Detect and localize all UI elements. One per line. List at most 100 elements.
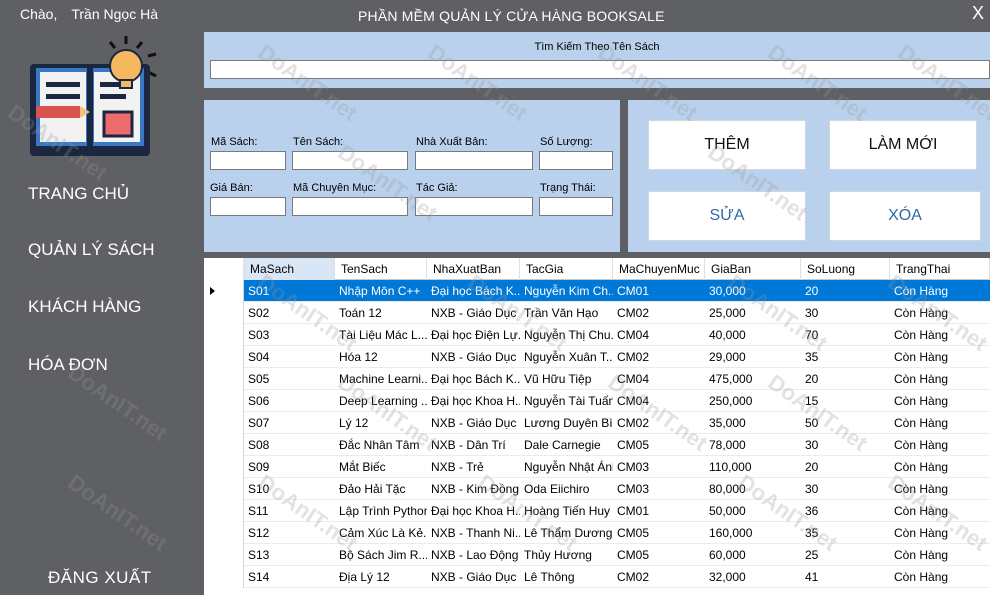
cell-nhaxuatban[interactable]: NXB - Lao Động (427, 544, 520, 566)
cell-tensach[interactable]: Lập Trình Python (335, 500, 427, 522)
cell-trangthai[interactable]: Còn Hàng (890, 346, 990, 368)
cell-trangthai[interactable]: Còn Hàng (890, 478, 990, 500)
column-header-machuyenmuc[interactable]: MaChuyenMuc (613, 258, 705, 280)
cell-tacgia[interactable]: Oda Eiichiro (520, 478, 613, 500)
row-header[interactable] (204, 390, 244, 412)
grid-corner-header[interactable] (204, 258, 244, 280)
cell-nhaxuatban[interactable]: NXB - Giáo Dục (427, 346, 520, 368)
row-header[interactable] (204, 500, 244, 522)
cell-nhaxuatban[interactable]: NXB - Giáo Dục (427, 412, 520, 434)
table-row[interactable]: S05 Machine Learni... Đại học Bách K... Vũ … (204, 368, 990, 390)
cell-soluong[interactable]: 30 (801, 434, 890, 456)
cell-masach[interactable]: S03 (244, 324, 335, 346)
cell-tacgia[interactable]: Lê Thẩm Dương (520, 522, 613, 544)
cell-trangthai[interactable]: Còn Hàng (890, 280, 990, 302)
table-row[interactable]: S11 Lập Trình Python Đại học Khoa H... Hoàn… (204, 500, 990, 522)
cell-soluong[interactable]: 20 (801, 280, 890, 302)
cell-tensach[interactable]: Cảm Xúc Là Kẻ... (335, 522, 427, 544)
cell-machuyenmuc[interactable]: CM02 (613, 412, 705, 434)
table-row[interactable]: S14 Địa Lý 12 NXB - Giáo Dục Lê Thông CM02 32… (204, 566, 990, 588)
ten-sach-input[interactable] (292, 151, 408, 170)
cell-trangthai[interactable]: Còn Hàng (890, 302, 990, 324)
nha-xuat-ban-input[interactable] (415, 151, 533, 170)
cell-giaban[interactable]: 30,000 (705, 280, 801, 302)
table-row[interactable]: S12 Cảm Xúc Là Kẻ... NXB - Thanh Ni... Lê T… (204, 522, 990, 544)
cell-machuyenmuc[interactable]: CM02 (613, 566, 705, 588)
cell-masach[interactable]: S05 (244, 368, 335, 390)
cell-trangthai[interactable]: Còn Hàng (890, 412, 990, 434)
cell-masach[interactable]: S10 (244, 478, 335, 500)
cell-masach[interactable]: S11 (244, 500, 335, 522)
xoa-button[interactable]: XÓA (829, 191, 981, 241)
gia-ban-input[interactable] (210, 197, 286, 216)
close-button[interactable]: X (972, 3, 984, 24)
row-header[interactable] (204, 280, 244, 302)
cell-nhaxuatban[interactable]: Đại học Khoa H... (427, 500, 520, 522)
row-header[interactable] (204, 434, 244, 456)
cell-soluong[interactable]: 25 (801, 544, 890, 566)
cell-soluong[interactable]: 20 (801, 456, 890, 478)
cell-tensach[interactable]: Địa Lý 12 (335, 566, 427, 588)
cell-soluong[interactable]: 70 (801, 324, 890, 346)
cell-tacgia[interactable]: Nguyễn Kim Ch... (520, 280, 613, 302)
cell-masach[interactable]: S06 (244, 390, 335, 412)
cell-masach[interactable]: S14 (244, 566, 335, 588)
cell-tacgia[interactable]: Trần Văn Hạo (520, 302, 613, 324)
cell-nhaxuatban[interactable]: Đại học Khoa H... (427, 390, 520, 412)
cell-nhaxuatban[interactable]: NXB - Thanh Ni... (427, 522, 520, 544)
cell-trangthai[interactable]: Còn Hàng (890, 324, 990, 346)
cell-giaban[interactable]: 32,000 (705, 566, 801, 588)
cell-trangthai[interactable]: Còn Hàng (890, 522, 990, 544)
table-row[interactable]: S08 Đắc Nhân Tâm NXB - Dân Trí Dale Carnegi… (204, 434, 990, 456)
cell-nhaxuatban[interactable]: NXB - Giáo Dục (427, 302, 520, 324)
cell-tensach[interactable]: Toán 12 (335, 302, 427, 324)
cell-machuyenmuc[interactable]: CM02 (613, 346, 705, 368)
cell-masach[interactable]: S01 (244, 280, 335, 302)
ma-chuyen-muc-input[interactable] (292, 197, 408, 216)
cell-giaban[interactable]: 60,000 (705, 544, 801, 566)
cell-giaban[interactable]: 35,000 (705, 412, 801, 434)
row-header[interactable] (204, 522, 244, 544)
cell-tensach[interactable]: Nhập Môn C++ (335, 280, 427, 302)
cell-tensach[interactable]: Deep Learning ... (335, 390, 427, 412)
cell-soluong[interactable]: 50 (801, 412, 890, 434)
column-header-nhaxuatban[interactable]: NhaXuatBan (427, 258, 520, 280)
table-row[interactable]: S13 Bộ Sách Jim R... NXB - Lao Động Thủy Hư… (204, 544, 990, 566)
lam-moi-button[interactable]: LÀM MỚI (829, 120, 977, 170)
cell-machuyenmuc[interactable]: CM01 (613, 280, 705, 302)
cell-giaban[interactable]: 78,000 (705, 434, 801, 456)
cell-giaban[interactable]: 29,000 (705, 346, 801, 368)
cell-tacgia[interactable]: Hoàng Tiến Huy (520, 500, 613, 522)
column-header-tacgia[interactable]: TacGia (520, 258, 613, 280)
column-header-giaban[interactable]: GiaBan (705, 258, 801, 280)
cell-giaban[interactable]: 50,000 (705, 500, 801, 522)
nav-trang-chu[interactable]: TRANG CHỦ (28, 184, 129, 204)
table-row[interactable]: S09 Mắt Biếc NXB - Trẻ Nguyễn Nhật Ánh CM03 1… (204, 456, 990, 478)
table-row[interactable]: S03 Tài Liệu Mác L... Đại học Điện Lự... Ng… (204, 324, 990, 346)
cell-tensach[interactable]: Tài Liệu Mác L... (335, 324, 427, 346)
cell-tacgia[interactable]: Vũ Hữu Tiệp (520, 368, 613, 390)
cell-tensach[interactable]: Lý 12 (335, 412, 427, 434)
cell-masach[interactable]: S13 (244, 544, 335, 566)
row-header[interactable] (204, 324, 244, 346)
so-luong-input[interactable] (539, 151, 613, 170)
table-row[interactable]: S07 Lý 12 NXB - Giáo Dục Lương Duyên Bì... C… (204, 412, 990, 434)
table-row[interactable]: S01 Nhập Môn C++ Đại học Bách K... Nguyễn K… (204, 280, 990, 302)
books-data-grid[interactable]: MaSach TenSach NhaXuatBan TacGia MaChuyenMuc… (204, 258, 990, 595)
logout-button[interactable]: ĐĂNG XUẤT (48, 568, 152, 588)
cell-masach[interactable]: S04 (244, 346, 335, 368)
cell-giaban[interactable]: 110,000 (705, 456, 801, 478)
cell-nhaxuatban[interactable]: NXB - Kim Đồng (427, 478, 520, 500)
cell-trangthai[interactable]: Còn Hàng (890, 566, 990, 588)
cell-machuyenmuc[interactable]: CM04 (613, 390, 705, 412)
cell-giaban[interactable]: 160,000 (705, 522, 801, 544)
cell-soluong[interactable]: 30 (801, 478, 890, 500)
cell-soluong[interactable]: 15 (801, 390, 890, 412)
column-header-trangthai[interactable]: TrangThai (890, 258, 990, 280)
cell-tacgia[interactable]: Lê Thông (520, 566, 613, 588)
trang-thai-input[interactable] (539, 197, 613, 216)
cell-machuyenmuc[interactable]: CM04 (613, 368, 705, 390)
cell-masach[interactable]: S08 (244, 434, 335, 456)
sua-button[interactable]: SỬA (648, 191, 806, 241)
cell-trangthai[interactable]: Còn Hàng (890, 500, 990, 522)
